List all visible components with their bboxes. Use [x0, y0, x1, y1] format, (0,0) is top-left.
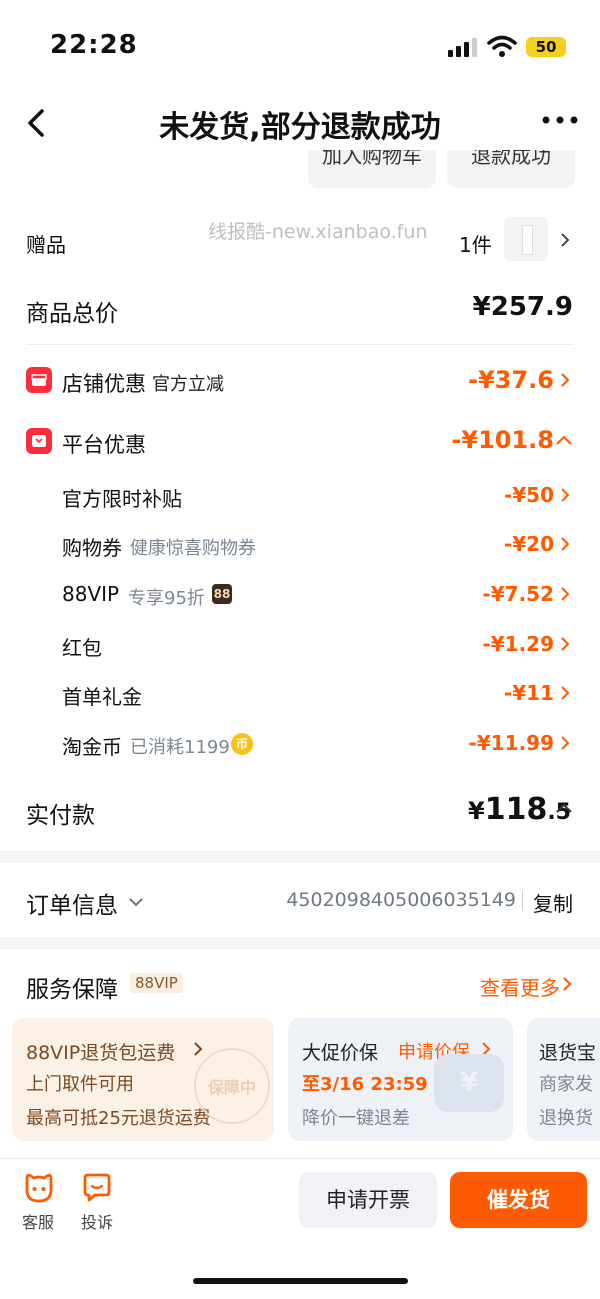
list-item-label: 淘金币	[62, 735, 122, 759]
gift-count: 1件	[459, 233, 492, 257]
list-item-label: 88VIP	[62, 582, 120, 606]
list-item-value[interactable]: -¥1.29	[482, 632, 554, 656]
list-item-value[interactable]: -¥20	[504, 532, 554, 556]
gift-thumbnail[interactable]	[504, 217, 548, 261]
card-title: 88VIP退货包运费	[26, 1042, 176, 1064]
store-discount-value[interactable]: -¥37.6	[468, 366, 554, 394]
status-time: 22:28	[50, 30, 138, 60]
signal-icon	[448, 38, 477, 57]
card-line2: 降价一键退差	[302, 1108, 410, 1129]
card-line1: 至3/16 23:59	[302, 1074, 428, 1095]
chevron-right-icon[interactable]	[558, 488, 572, 502]
chevron-right-icon[interactable]	[558, 373, 572, 387]
chevron-up-icon[interactable]	[556, 434, 572, 446]
chevron-right-icon[interactable]	[558, 637, 572, 651]
divider	[26, 344, 574, 345]
gift-label: 赠品	[26, 233, 66, 257]
paid-currency: ¥	[468, 797, 485, 825]
bottom-bar-divider	[0, 1158, 600, 1159]
store-discount-sub: 官方立减	[152, 374, 224, 395]
service-card-price-protect[interactable]: 大促价保 申请价保 至3/16 23:59 降价一键退差 ¥	[288, 1018, 513, 1141]
platform-discount-label: 平台优惠	[62, 433, 146, 457]
home-indicator[interactable]	[193, 1278, 408, 1284]
vip-88-icon: 88	[212, 584, 232, 604]
paid-integer: 118	[484, 792, 548, 827]
complain-icon	[83, 1173, 111, 1202]
chevron-right-icon[interactable]	[558, 736, 572, 750]
list-item-label: 官方限时补贴	[62, 487, 182, 511]
list-item-value[interactable]: -¥11	[504, 681, 554, 705]
list-item-sub: 健康惊喜购物券	[130, 538, 256, 559]
guarantee-stamp: 保障中	[194, 1048, 270, 1124]
paid-label: 实付款	[26, 803, 95, 829]
page-title: 未发货,部分退款成功	[159, 110, 441, 145]
list-item-value[interactable]: -¥50	[504, 483, 554, 507]
add-to-cart-button[interactable]: 加入购物车	[308, 150, 436, 188]
chevron-down-icon[interactable]	[128, 896, 144, 908]
customer-service-icon	[25, 1173, 53, 1203]
card-title: 退货宝	[539, 1042, 597, 1064]
store-icon	[26, 367, 52, 393]
chevron-right-icon	[194, 1042, 203, 1056]
price-protect-icon: ¥	[434, 1054, 504, 1112]
chevron-up-icon[interactable]	[556, 802, 572, 814]
list-item-value[interactable]: -¥7.52	[482, 582, 554, 606]
list-item-label: 首单礼金	[62, 685, 142, 709]
card-line1: 商家发	[539, 1074, 593, 1095]
list-item-label: 购物券	[62, 536, 122, 560]
order-info-label: 订单信息	[26, 893, 118, 919]
list-item-sub: 专享95折	[128, 588, 205, 609]
complain-button[interactable]: 投诉	[78, 1172, 116, 1232]
more-icon[interactable]	[540, 110, 580, 130]
battery-indicator: 50	[526, 37, 566, 57]
see-more-link[interactable]: 查看更多	[480, 972, 560, 1001]
vip-badge: 88VIP	[130, 973, 183, 993]
platform-discount-list: 官方限时补贴 -¥50 购物券 健康惊喜购物券 -¥20 88VIP 专享95折…	[0, 478, 600, 778]
order-number: 4502098405006035149	[286, 889, 516, 911]
refund-success-button[interactable]: 退款成功	[447, 150, 575, 188]
platform-icon	[26, 428, 52, 454]
wifi-icon	[487, 35, 517, 57]
list-item-value[interactable]: -¥11.99	[469, 731, 554, 755]
card-title: 大促价保	[302, 1042, 379, 1064]
service-title: 服务保障	[26, 977, 118, 1003]
total-label: 商品总价	[26, 301, 118, 327]
watermark: 线报酷-new.xianbao.fun	[208, 221, 428, 243]
urge-shipping-button[interactable]: 催发货	[450, 1172, 587, 1228]
coin-icon: 币	[231, 733, 253, 755]
store-discount-label: 店铺优惠	[62, 372, 146, 396]
section-divider	[0, 937, 600, 949]
list-item-sub: 已消耗1199	[130, 737, 230, 758]
platform-discount-value[interactable]: -¥101.8	[451, 426, 554, 454]
divider	[522, 891, 523, 911]
list-item-label: 红包	[62, 636, 102, 660]
chevron-right-icon[interactable]	[558, 686, 572, 700]
section-divider	[0, 851, 600, 863]
card-line2: 最高可抵25元退货运费	[26, 1108, 211, 1129]
chevron-right-icon[interactable]	[558, 537, 572, 551]
apply-invoice-button[interactable]: 申请开票	[299, 1172, 437, 1228]
chevron-right-icon[interactable]	[558, 233, 572, 247]
copy-button[interactable]: 复制	[533, 888, 573, 917]
card-line1: 上门取件可用	[26, 1074, 134, 1095]
service-card-return[interactable]: 退货宝 商家发 退换货	[527, 1018, 600, 1141]
customer-service-button[interactable]: 客服	[20, 1172, 58, 1232]
chevron-right-icon[interactable]	[560, 977, 574, 991]
card-line2: 退换货	[539, 1108, 593, 1129]
service-card-shipping[interactable]: 88VIP退货包运费 上门取件可用 最高可抵25元退货运费 保障中	[12, 1018, 274, 1141]
chevron-right-icon[interactable]	[558, 587, 572, 601]
total-value: ¥257.9	[472, 292, 573, 322]
